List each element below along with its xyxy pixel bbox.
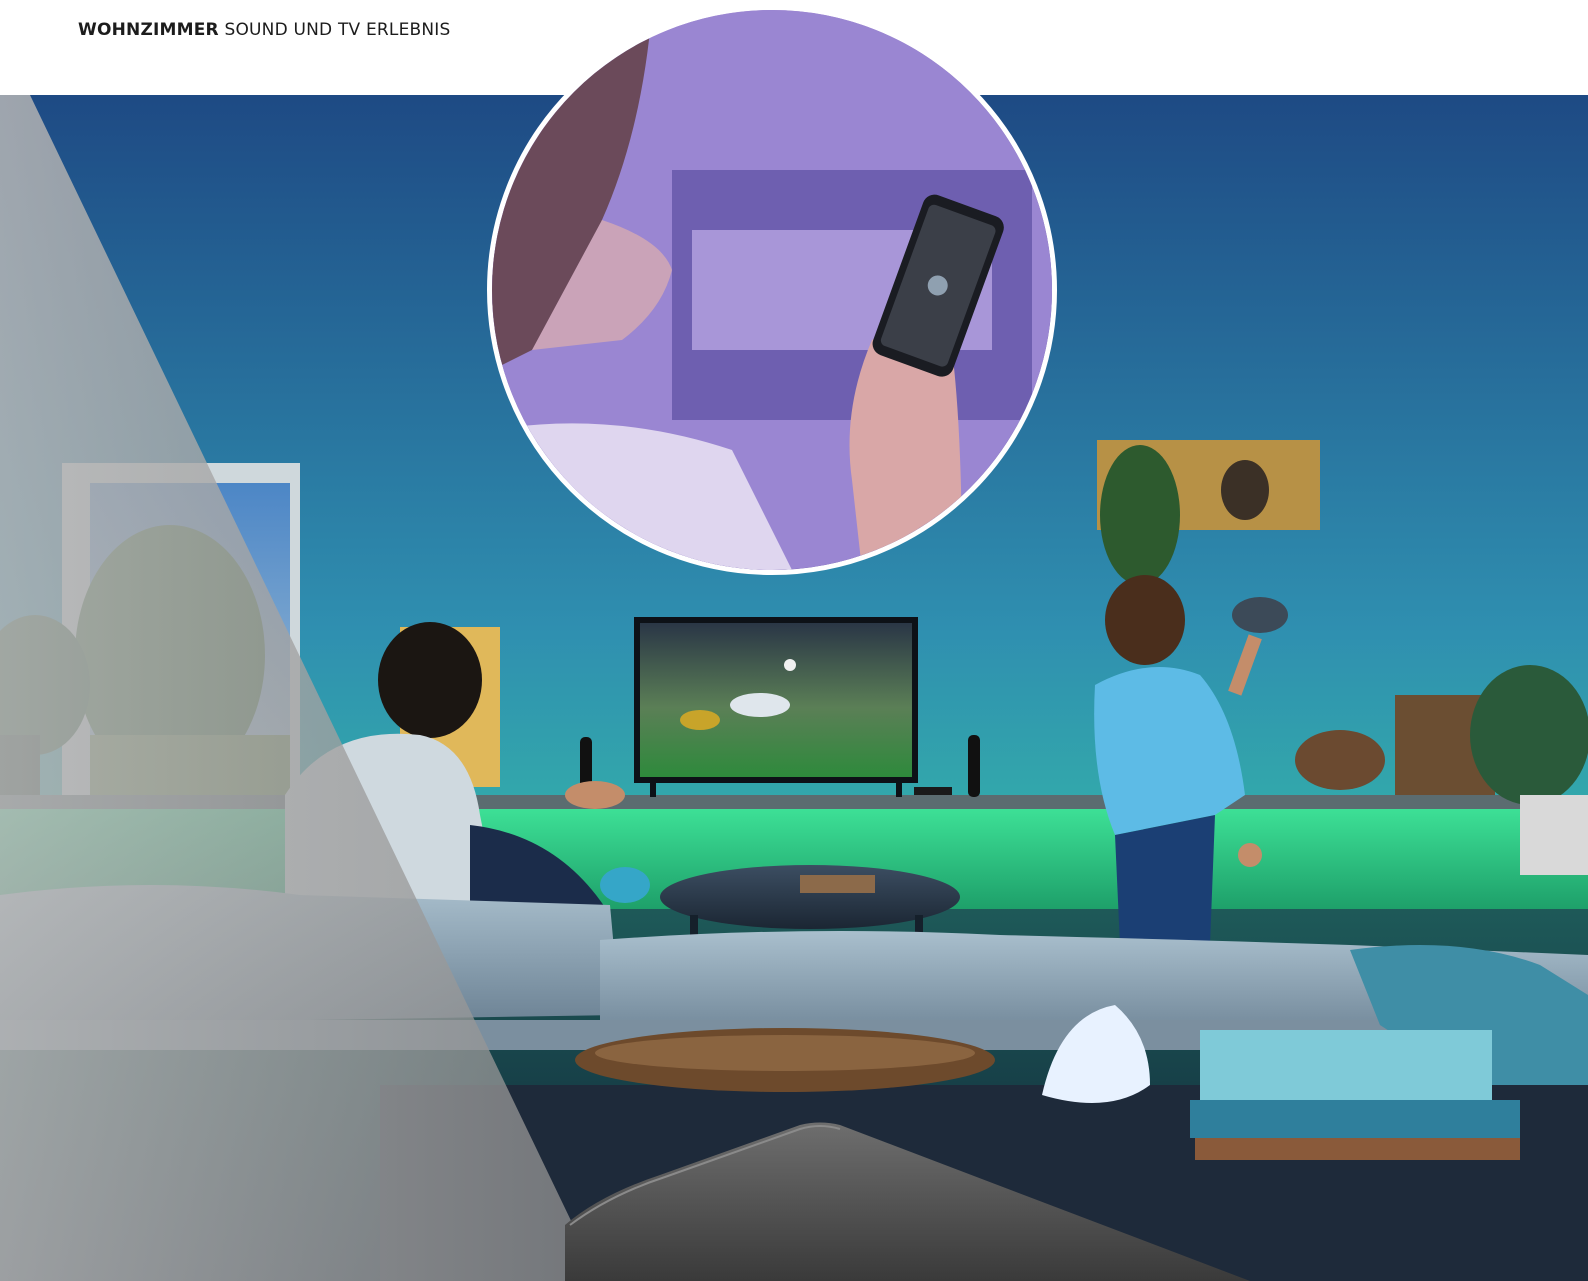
bridge <box>914 787 952 795</box>
header-bold: WOHNZIMMER <box>78 20 219 40</box>
books <box>1190 1030 1520 1160</box>
inset-photo-phone <box>487 5 1057 575</box>
speaker-right <box>968 735 980 797</box>
inset-illustration <box>492 10 1052 570</box>
page-header: WOHNZIMMER SOUND UND TV ERLEBNIS <box>78 20 451 40</box>
header-rest: SOUND UND TV ERLEBNIS <box>218 20 451 40</box>
tv <box>634 617 918 797</box>
